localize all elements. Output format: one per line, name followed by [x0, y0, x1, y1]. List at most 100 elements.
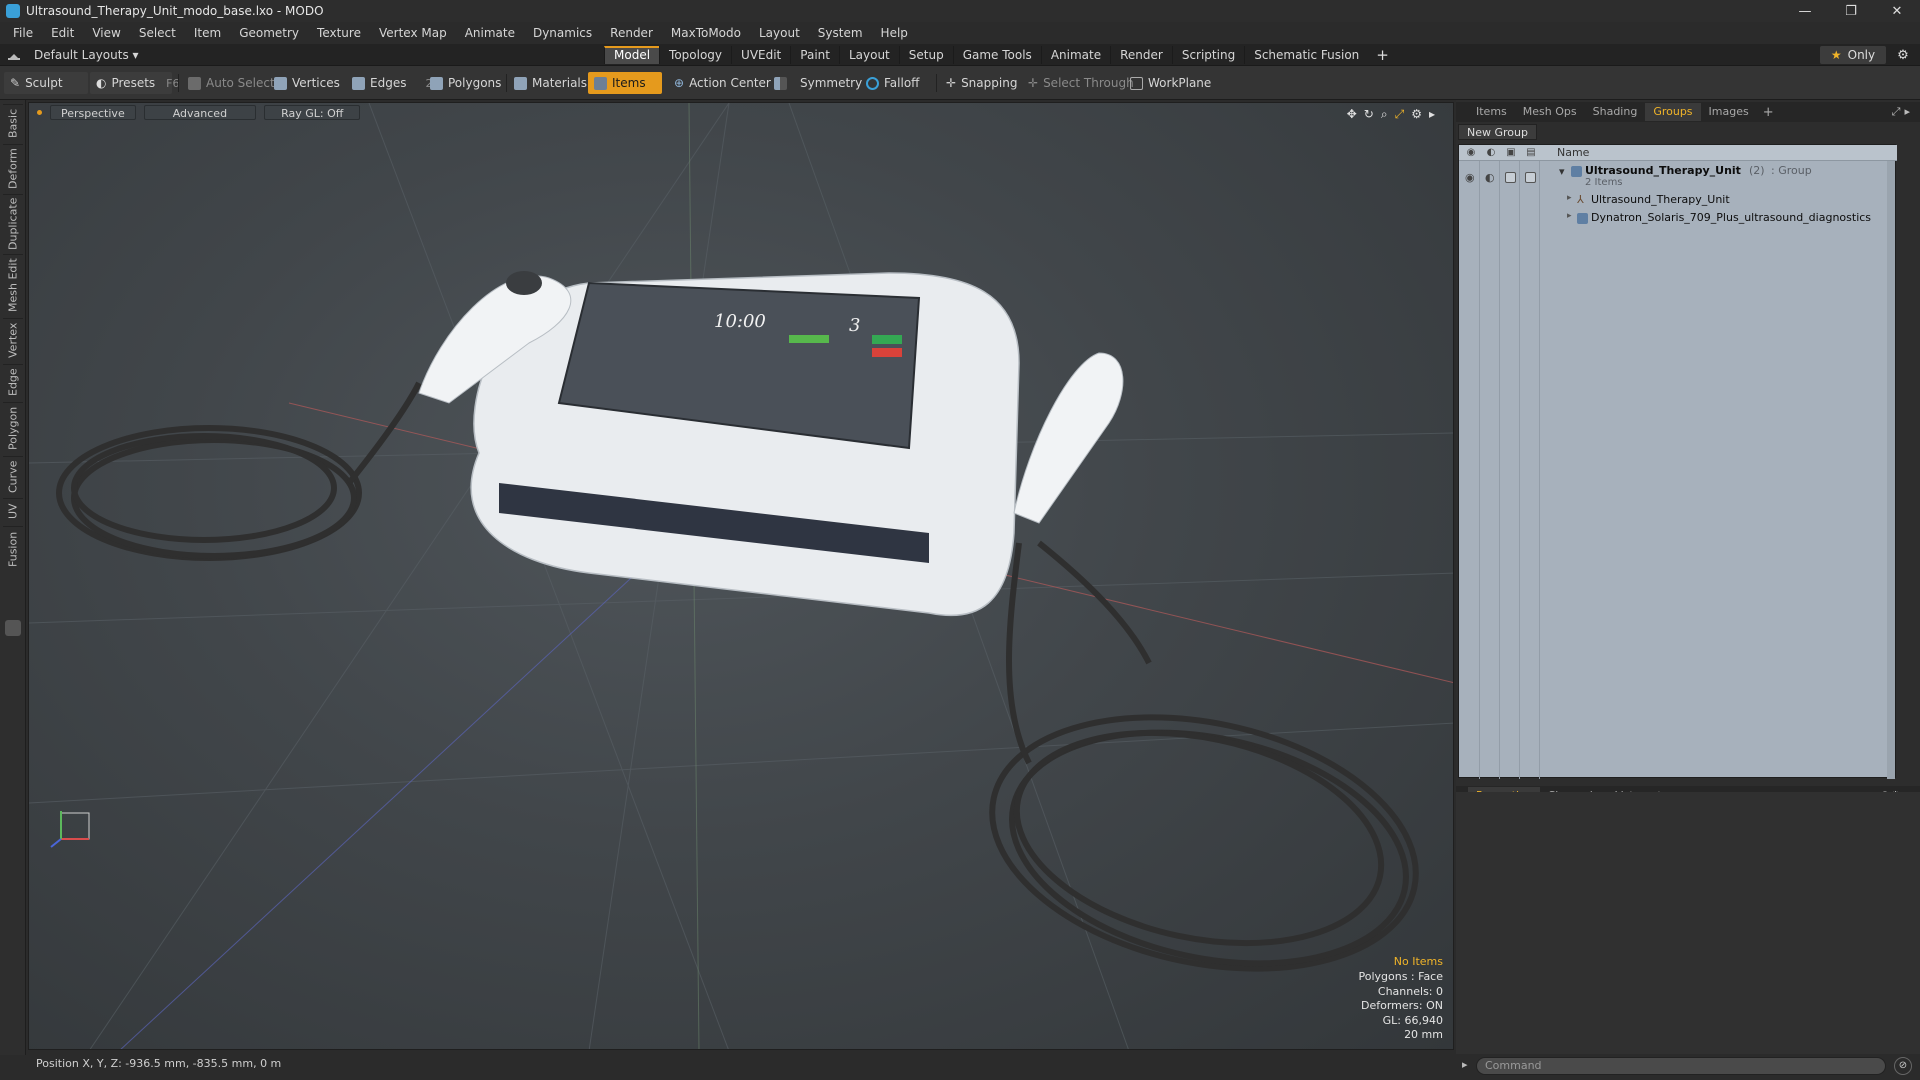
- shading-mode-button[interactable]: Advanced: [143, 105, 257, 120]
- groups-list[interactable]: ◉ ◐ ▣ ▤ Name ◉ ◐ ▾ Ultrasound_Therapy_Un…: [1458, 144, 1897, 779]
- menu-item[interactable]: Item: [185, 26, 230, 40]
- vtab-mesh-edit[interactable]: Mesh Edit: [3, 254, 23, 316]
- add-tab-plus-icon[interactable]: +: [1757, 105, 1780, 120]
- visibility-eye-icon[interactable]: ◉: [1465, 171, 1475, 184]
- tab-scripting[interactable]: Scripting: [1171, 46, 1244, 64]
- tab-paint[interactable]: Paint: [790, 46, 839, 64]
- default-layouts-dropdown[interactable]: Default Layouts ▾: [8, 44, 139, 66]
- viewport-menu-arrow-icon[interactable]: ▸: [1429, 107, 1435, 122]
- menu-animate[interactable]: Animate: [456, 26, 524, 40]
- group-row-child[interactable]: ▸ Dynatron_Solaris_709_Plus_ultrasound_d…: [1459, 209, 1897, 227]
- fit-view-icon[interactable]: ⤢: [1395, 107, 1405, 122]
- gear-icon[interactable]: ⚙: [1892, 46, 1914, 64]
- lock-column-icon[interactable]: ▣: [1505, 147, 1517, 159]
- command-execute-icon[interactable]: ⊘: [1894, 1057, 1912, 1075]
- command-history-arrow-icon[interactable]: ▸: [1462, 1058, 1468, 1071]
- menu-maxtomodo[interactable]: MaxToModo: [662, 26, 750, 40]
- auto-select-button[interactable]: Auto Select: [182, 72, 281, 94]
- menu-texture[interactable]: Texture: [308, 26, 370, 40]
- menu-dynamics[interactable]: Dynamics: [524, 26, 601, 40]
- vtab-deform[interactable]: Deform: [3, 144, 23, 192]
- expand-arrow-icon[interactable]: ▸: [1567, 193, 1572, 203]
- raygl-toggle[interactable]: Ray GL: Off: [264, 105, 361, 120]
- menu-edit[interactable]: Edit: [42, 26, 83, 40]
- menu-help[interactable]: Help: [872, 26, 917, 40]
- tab-shading[interactable]: Shading: [1585, 103, 1646, 121]
- move-view-icon[interactable]: ✥: [1347, 107, 1357, 122]
- device-screen-time: 10:00: [714, 311, 766, 332]
- items-button[interactable]: Items: [588, 72, 662, 94]
- symmetry-button[interactable]: Symmetry: [768, 72, 868, 94]
- collapse-arrow-icon[interactable]: ▾: [1559, 165, 1565, 178]
- restore-button[interactable]: ❐: [1828, 0, 1874, 22]
- tab-animate[interactable]: Animate: [1040, 46, 1110, 64]
- panel-expand-icons[interactable]: ⤢▸: [1892, 105, 1914, 119]
- menu-view[interactable]: View: [83, 26, 129, 40]
- select-checkbox[interactable]: [1525, 172, 1536, 183]
- 3d-viewport[interactable]: 10:00 3 Perspective Advanced Ray GL: Off…: [28, 102, 1454, 1050]
- snapping-button[interactable]: ✛ Snapping: [940, 72, 1023, 94]
- menu-system[interactable]: System: [809, 26, 872, 40]
- tab-layout[interactable]: Layout: [838, 46, 899, 64]
- polygons-icon: [430, 76, 443, 90]
- falloff-button[interactable]: Falloff: [860, 72, 925, 94]
- view-type-button[interactable]: Perspective: [50, 105, 136, 120]
- menu-render[interactable]: Render: [601, 26, 662, 40]
- tab-items[interactable]: Items: [1468, 103, 1515, 121]
- tab-render[interactable]: Render: [1110, 46, 1172, 64]
- tab-topology[interactable]: Topology: [659, 46, 731, 64]
- vtab-edge[interactable]: Edge: [3, 364, 23, 400]
- visibility-column-eye-icon[interactable]: ◉: [1465, 147, 1477, 159]
- lock-checkbox[interactable]: [1505, 172, 1516, 183]
- workplane-button[interactable]: WorkPlane: [1124, 72, 1217, 94]
- vtab-uv[interactable]: UV: [3, 498, 23, 524]
- vtab-curve[interactable]: Curve: [3, 456, 23, 496]
- group-type: : Group: [1771, 164, 1812, 177]
- tab-images[interactable]: Images: [1701, 103, 1757, 121]
- expand-arrow-icon[interactable]: ▸: [1567, 211, 1572, 221]
- tab-setup[interactable]: Setup: [898, 46, 953, 64]
- group-row-root[interactable]: ◉ ◐ ▾ Ultrasound_Therapy_Unit (2) : Grou…: [1459, 163, 1897, 189]
- groups-scrollbar[interactable]: [1887, 161, 1895, 779]
- select-column-icon[interactable]: ▤: [1525, 147, 1537, 159]
- zoom-view-icon[interactable]: ⌕: [1381, 107, 1388, 122]
- render-toggle-icon[interactable]: ◐: [1485, 171, 1495, 184]
- action-center-button[interactable]: ⊕ Action Center: [668, 72, 777, 94]
- tab-groups[interactable]: Groups: [1645, 103, 1701, 121]
- viewport-settings-gear-icon[interactable]: ⚙: [1411, 107, 1422, 122]
- close-button[interactable]: ✕: [1874, 0, 1920, 22]
- polygons-button[interactable]: Polygons: [424, 72, 507, 94]
- new-group-button[interactable]: New Group: [1458, 124, 1537, 140]
- group-row-child[interactable]: ▸ ⅄ Ultrasound_Therapy_Unit: [1459, 191, 1897, 209]
- menu-select[interactable]: Select: [130, 26, 185, 40]
- vtab-vertex[interactable]: Vertex: [3, 318, 23, 362]
- select-through-button[interactable]: ✛ Select Through: [1022, 72, 1140, 94]
- viewport-options-dot-icon[interactable]: [37, 110, 42, 115]
- tab-game-tools[interactable]: Game Tools: [952, 46, 1041, 64]
- vtab-basic[interactable]: Basic: [3, 104, 23, 142]
- menu-geometry[interactable]: Geometry: [230, 26, 308, 40]
- presets-button[interactable]: ◐ Presets F6: [90, 72, 179, 94]
- sculpt-button[interactable]: ✎ Sculpt: [4, 72, 88, 94]
- vtab-fusion[interactable]: Fusion: [3, 526, 23, 572]
- edges-icon: [352, 76, 365, 90]
- render-column-icon[interactable]: ◐: [1485, 147, 1497, 159]
- tool-tab-strip: Basic Deform Duplicate Mesh Edit Vertex …: [0, 100, 26, 1055]
- minimize-button[interactable]: —: [1782, 0, 1828, 22]
- menu-layout[interactable]: Layout: [750, 26, 809, 40]
- vtab-duplicate[interactable]: Duplicate: [3, 194, 23, 252]
- only-button[interactable]: ★ Only: [1820, 46, 1886, 64]
- vtab-polygon[interactable]: Polygon: [3, 402, 23, 454]
- rotate-view-icon[interactable]: ↻: [1364, 107, 1374, 122]
- column-divider: [1539, 161, 1540, 779]
- tab-uvedit[interactable]: UVEdit: [731, 46, 790, 64]
- add-tab-plus-icon[interactable]: +: [1368, 46, 1397, 64]
- tab-schematic-fusion[interactable]: Schematic Fusion: [1244, 46, 1368, 64]
- expand-toolbox-icon[interactable]: [5, 620, 21, 636]
- menu-file[interactable]: File: [4, 26, 42, 40]
- tab-mesh-ops[interactable]: Mesh Ops: [1515, 103, 1585, 121]
- command-input[interactable]: Command: [1476, 1057, 1886, 1075]
- menu-vertex-map[interactable]: Vertex Map: [370, 26, 456, 40]
- materials-button[interactable]: Materials: [508, 72, 593, 94]
- tab-model[interactable]: Model: [604, 46, 660, 64]
